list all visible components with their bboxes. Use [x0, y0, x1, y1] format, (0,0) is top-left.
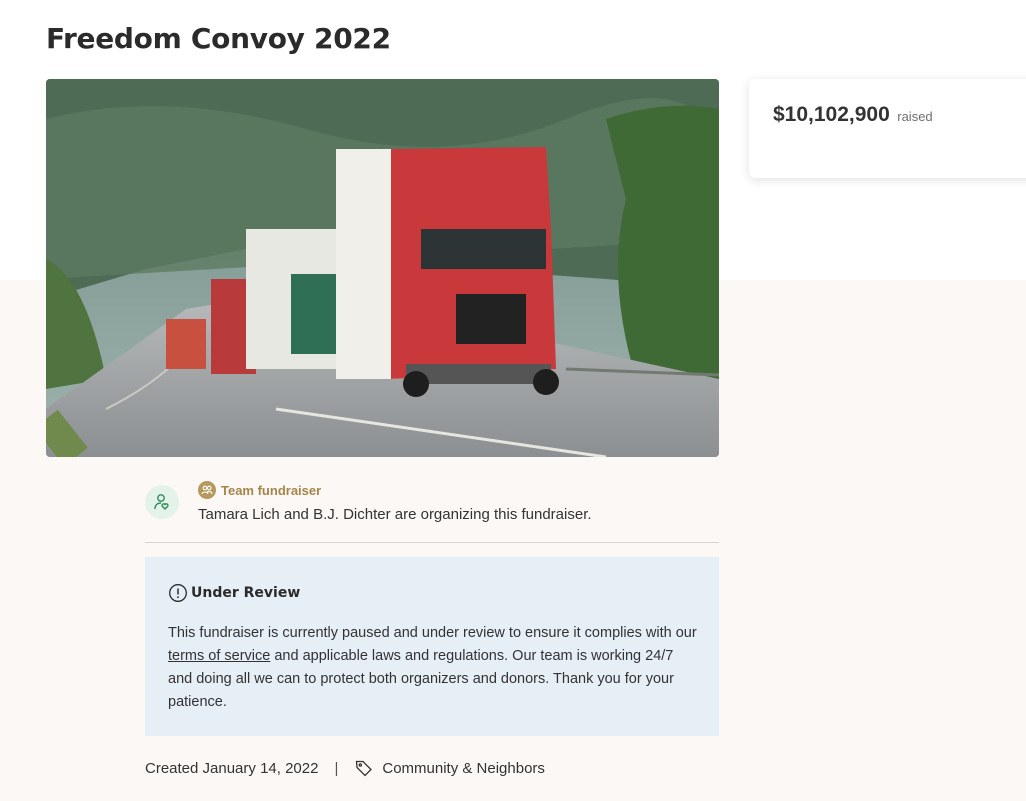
- organizer-section: Team fundraiser Tamara Lich and B.J. Dic…: [145, 480, 719, 543]
- team-fundraiser-label: Team fundraiser: [198, 481, 321, 499]
- review-message: This fundraiser is currently paused and …: [168, 622, 698, 714]
- convoy-trucks-photo: [46, 79, 719, 457]
- amount-raised: $10,102,900 raised: [773, 103, 933, 127]
- review-text-part: This fundraiser is currently paused and …: [168, 625, 697, 641]
- donation-summary-card: $10,102,900 raised: [749, 79, 1026, 178]
- tag-icon: [356, 760, 373, 777]
- page-title: Freedom Convoy 2022: [46, 22, 391, 55]
- category-link[interactable]: Community & Neighbors: [354, 758, 545, 778]
- created-date: Created January 14, 2022: [145, 759, 319, 777]
- organizer-avatar-icon[interactable]: [145, 485, 179, 519]
- meta-separator: |: [334, 759, 339, 777]
- terms-of-service-link[interactable]: terms of service: [168, 648, 270, 664]
- organizer-names: Tamara Lich and B.J. Dichter are organiz…: [198, 506, 592, 523]
- amount-value: $10,102,900: [773, 103, 890, 126]
- review-header: Under Review: [168, 583, 300, 603]
- category-label: Community & Neighbors: [382, 759, 545, 777]
- team-fundraiser-text: Team fundraiser: [221, 482, 322, 498]
- under-review-notice: Under Review This fundraiser is currentl…: [145, 557, 719, 736]
- info-alert-icon: [169, 584, 187, 602]
- review-title: Under Review: [191, 585, 301, 601]
- people-icon: [198, 481, 216, 499]
- hero-image[interactable]: [46, 79, 719, 457]
- fundraiser-meta: Created January 14, 2022 | Community & N…: [145, 758, 545, 778]
- amount-label: raised: [897, 109, 933, 124]
- person-heart-icon: [154, 494, 169, 510]
